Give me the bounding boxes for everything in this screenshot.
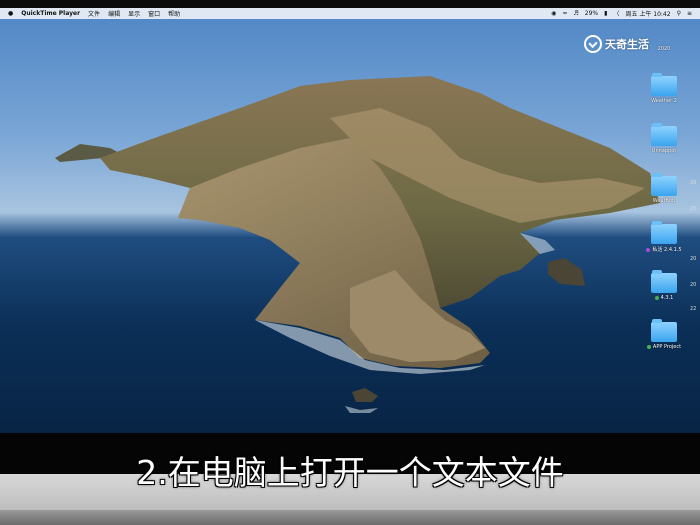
monitor-frame-top	[0, 0, 700, 8]
desktop-folder-1[interactable]: Weather 2	[634, 73, 694, 104]
edge-number: 20	[690, 206, 697, 212]
tag-dot-icon	[654, 295, 659, 300]
monitor-bezel-shadow	[0, 510, 700, 525]
edge-number: 20	[690, 282, 697, 288]
tag-dot-icon	[646, 247, 651, 252]
edge-number: 20	[690, 256, 697, 262]
menu-view[interactable]: 显示	[128, 9, 140, 18]
video-subtitle: 2.在电脑上打开一个文本文件	[136, 453, 564, 492]
folder-icon	[651, 123, 677, 146]
folder-icon	[651, 270, 677, 293]
apple-icon[interactable]: ●	[8, 10, 13, 17]
search-icon[interactable]: ⚲	[677, 10, 681, 17]
desktop-top-label: 2020	[657, 46, 671, 52]
mac-menubar: ● QuickTime Player 文件 编辑 显示 窗口 帮助 ◉ ≈ ♬ …	[0, 8, 700, 19]
folder-icon	[651, 73, 677, 96]
desktop-folder-label: Weather 2	[651, 98, 677, 104]
control-center-icon[interactable]: ≡	[687, 10, 692, 17]
volume-icon[interactable]: ♬	[573, 10, 578, 17]
desktop-folder-label: APP Project	[652, 344, 682, 350]
folder-icon	[651, 221, 677, 244]
menubar-clock[interactable]: 周五 上午 10:42	[625, 9, 670, 18]
desktop-folder-6[interactable]: APP Project	[634, 319, 694, 350]
menubar-app-name[interactable]: QuickTime Player	[21, 10, 80, 17]
record-icon[interactable]: ◉	[551, 10, 556, 17]
tag-dot-icon	[646, 344, 651, 349]
edge-number: 20	[690, 180, 697, 186]
desktop-folder-2[interactable]: Unnappot	[634, 123, 694, 154]
desktop-folder-5[interactable]: 4.3.1	[634, 270, 694, 301]
watermark-logo-icon	[584, 35, 602, 53]
battery-percent[interactable]: 29%	[585, 10, 598, 17]
desktop-folder-3[interactable]: WeatBob	[634, 173, 694, 204]
desktop-folder-label: 4.3.1	[660, 295, 674, 301]
desktop-screen: ● QuickTime Player 文件 编辑 显示 窗口 帮助 ◉ ≈ ♬ …	[0, 8, 700, 433]
menu-window[interactable]: 窗口	[148, 9, 160, 18]
wallpaper-island	[55, 76, 660, 413]
menu-help[interactable]: 帮助	[168, 9, 180, 18]
wifi-icon[interactable]: ≈	[562, 10, 567, 17]
keyboard-icon[interactable]: 〈	[613, 9, 619, 18]
desktop-folder-label: WeatBob	[652, 198, 676, 204]
desktop-folder-label: 私活 2.4.1.5	[652, 247, 682, 253]
menubar-status-area: ◉ ≈ ♬ 29% ▮ 〈 周五 上午 10:42 ⚲ ≡	[551, 8, 692, 19]
desktop-folder-4[interactable]: 私活 2.4.1.5	[634, 221, 694, 253]
desktop-folder-label: Unnappot	[651, 148, 677, 154]
folder-icon	[651, 173, 677, 196]
folder-icon	[651, 319, 677, 342]
edge-number: 22	[690, 306, 697, 312]
menu-file[interactable]: 文件	[88, 9, 100, 18]
battery-icon[interactable]: ▮	[604, 10, 607, 17]
menu-edit[interactable]: 编辑	[108, 9, 120, 18]
